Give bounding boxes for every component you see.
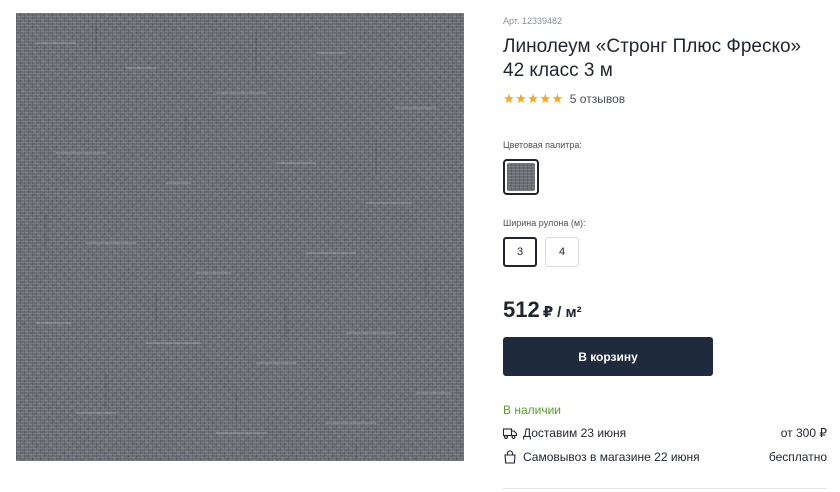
delivery-row: Доставим 23 июня от 300 ₽ bbox=[503, 426, 827, 440]
price-currency: ₽ bbox=[542, 304, 554, 321]
swatch-texture bbox=[507, 163, 535, 191]
product-title-line-2: 42 класс 3 м bbox=[503, 60, 613, 81]
divider bbox=[503, 488, 827, 489]
price-value: 512 bbox=[503, 297, 540, 322]
pickup-cost: бесплатно bbox=[768, 450, 827, 464]
reviews-link[interactable]: 5 отзывов bbox=[570, 92, 625, 106]
product-title-line-1: Линолеум «Стронг Плюс Фреско» bbox=[503, 36, 802, 57]
star-rating-icon: ★★★★★ bbox=[503, 91, 564, 106]
width-label: Ширина рулона (м): bbox=[503, 218, 586, 228]
pickup-date: Самовывоз в магазине 22 июня bbox=[523, 450, 700, 464]
delivery-date: Доставим 23 июня bbox=[523, 426, 627, 440]
rating[interactable]: ★★★★★ 5 отзывов bbox=[503, 91, 625, 107]
width-options: 3 4 bbox=[503, 237, 579, 267]
product-image[interactable] bbox=[16, 13, 464, 461]
sku: Арт. 12339482 bbox=[503, 16, 562, 26]
product-title: Линолеум «Стронг Плюс Фреско» 42 класс 3… bbox=[503, 35, 833, 83]
add-to-cart-button[interactable]: В корзину bbox=[503, 337, 713, 376]
price: 512 ₽ / м² bbox=[503, 297, 582, 323]
texture-overlay bbox=[36, 23, 451, 458]
bag-icon bbox=[503, 450, 517, 464]
stock-status: В наличии bbox=[503, 403, 562, 417]
pickup-row: Самовывоз в магазине 22 июня бесплатно bbox=[503, 450, 827, 464]
palette-label: Цветовая палитра: bbox=[503, 140, 582, 150]
truck-icon bbox=[503, 426, 517, 440]
delivery-cost: от 300 ₽ bbox=[780, 426, 827, 440]
color-swatch-selected[interactable] bbox=[503, 159, 539, 195]
width-option-3[interactable]: 3 bbox=[503, 237, 537, 267]
width-option-4[interactable]: 4 bbox=[545, 237, 579, 267]
price-unit: / м² bbox=[557, 304, 582, 321]
